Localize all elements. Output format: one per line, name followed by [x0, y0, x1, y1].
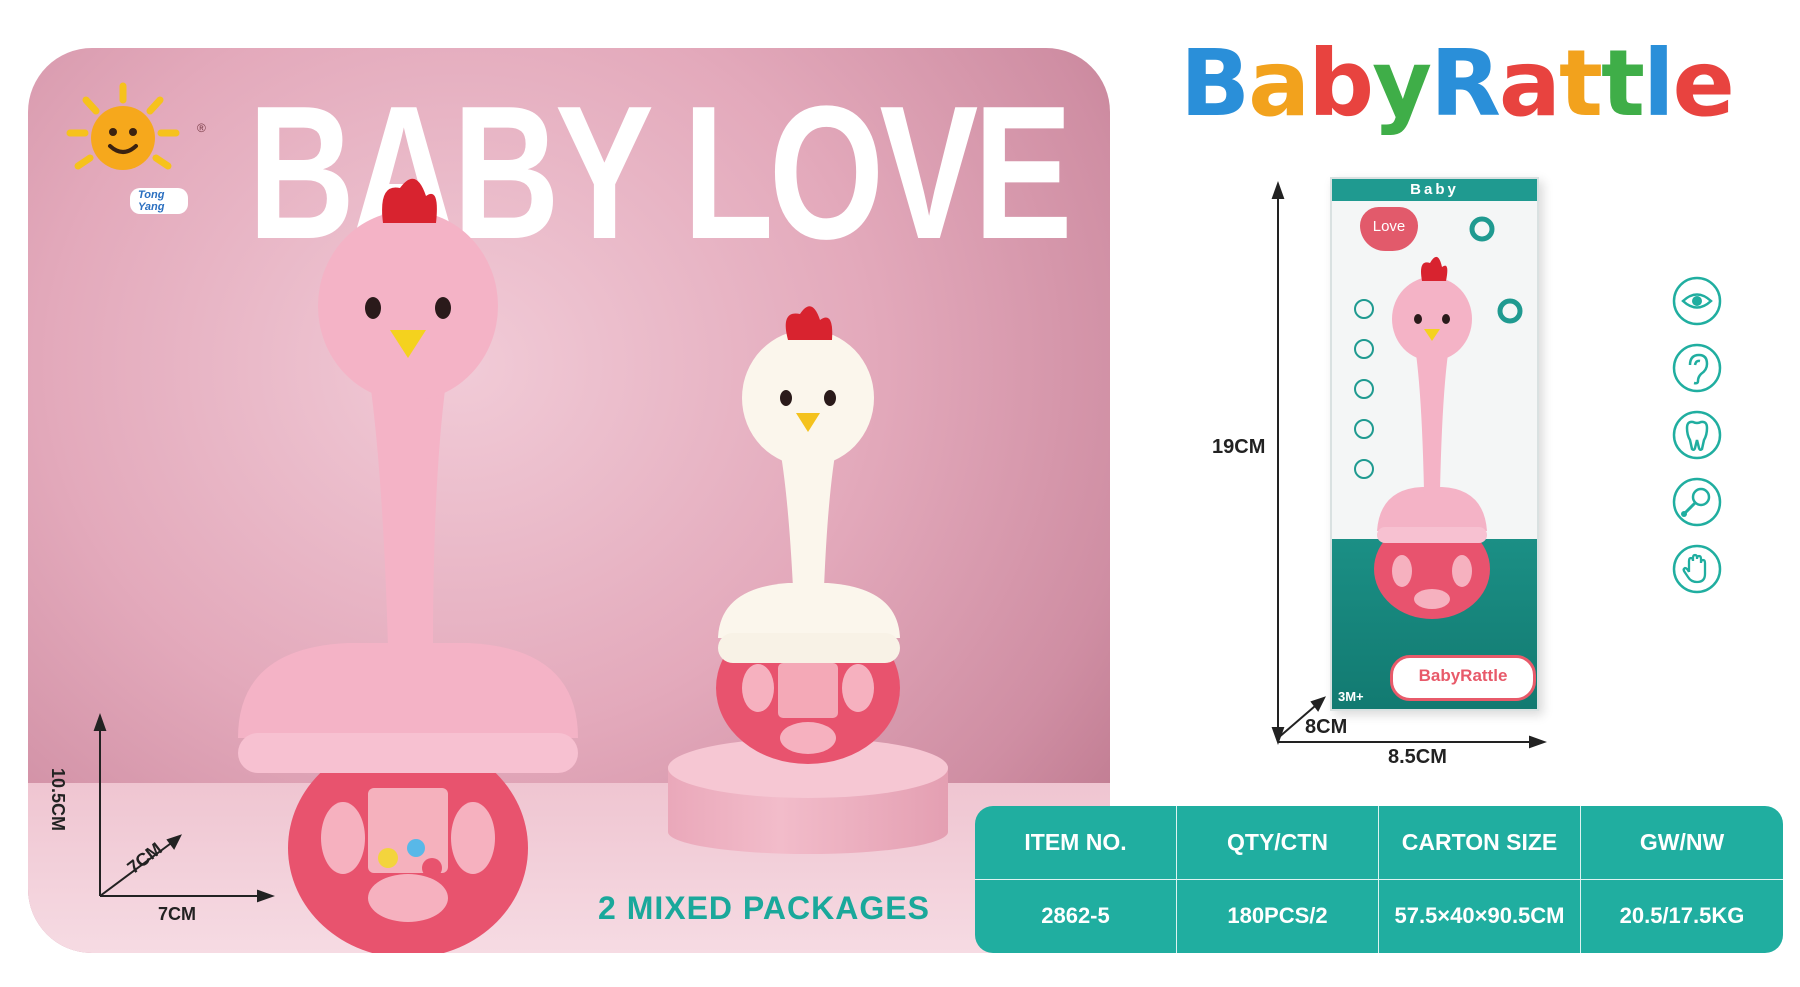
product-width-label: 7CM	[158, 904, 197, 924]
table-header-weight: GW/NW	[1581, 806, 1783, 880]
rattle-icon	[1672, 477, 1722, 527]
mixed-packages-label: 2 MIXED PACKAGES	[598, 890, 930, 926]
tooth-icon	[1672, 410, 1722, 460]
title-letter: l	[1642, 30, 1675, 137]
title-letter: t	[1559, 30, 1603, 137]
product-photo-panel: ® Tong Yang BABY LOVE 10.5CM 7CM 7CM 2 M…	[28, 48, 1110, 953]
white-chicken-rattle	[716, 306, 900, 764]
rattle-illustrations	[93, 178, 900, 953]
package-box: Baby Love BabyRattle 3M+	[1330, 177, 1539, 711]
title-letter: t	[1600, 30, 1645, 137]
table-value-carton-size: 57.5×40×90.5CM	[1379, 879, 1581, 953]
eye-icon	[1672, 276, 1722, 326]
title-letter: a	[1498, 30, 1561, 137]
spec-table: ITEM NO. QTY/CTN CARTON SIZE GW/NW 2862-…	[975, 806, 1783, 953]
title-letter: R	[1430, 30, 1501, 137]
box-width-label: 8.5CM	[1388, 746, 1447, 768]
table-value-weight: 20.5/17.5KG	[1619, 903, 1745, 929]
title-letter: a	[1248, 30, 1310, 137]
title-letter: e	[1672, 30, 1735, 137]
ear-icon	[1672, 343, 1722, 393]
title-letter: y	[1372, 30, 1432, 137]
table-value-qty: 180PCS/2	[1177, 879, 1379, 953]
feature-icons	[1672, 276, 1728, 611]
table-header-carton-size: CARTON SIZE	[1379, 806, 1581, 880]
table-value-item-no: 2862-5	[975, 879, 1177, 953]
hand-icon	[1672, 544, 1722, 594]
box-depth-label: 8CM	[1305, 716, 1348, 738]
title-letter: b	[1308, 30, 1374, 137]
box-logo: BabyRattle	[1390, 655, 1536, 701]
product-height-label: 10.5CM	[48, 768, 68, 832]
table-header-item-no: ITEM NO.	[975, 806, 1177, 880]
box-height-label: 19CM	[1212, 436, 1266, 458]
box-rattle-image	[1354, 216, 1523, 619]
pink-chicken-rattle	[238, 178, 578, 953]
title-letter: B	[1180, 30, 1250, 137]
product-title: BabyRattle	[1180, 30, 1735, 137]
table-header-qty: QTY/CTN	[1177, 806, 1379, 880]
box-age-label: 3M+	[1338, 689, 1364, 704]
